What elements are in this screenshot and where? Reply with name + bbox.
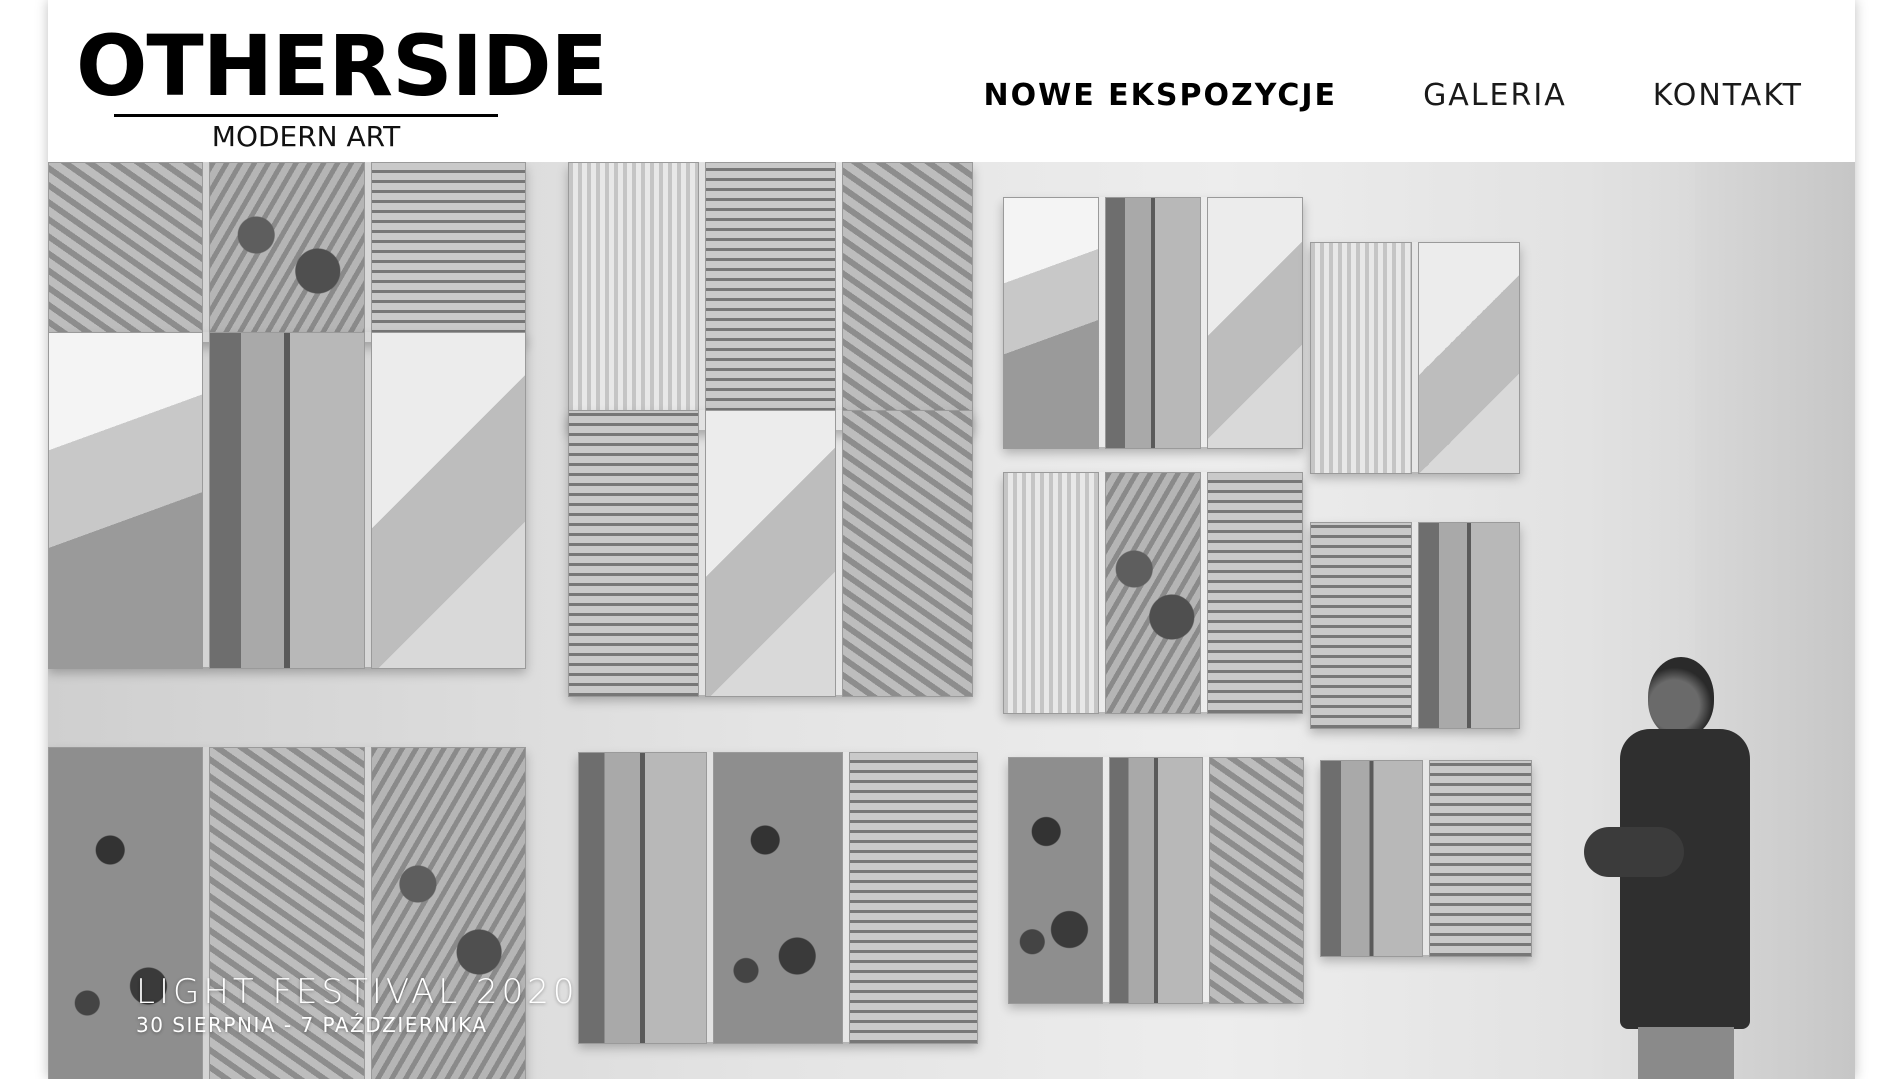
site-header: OTHERSIDE MODERN ART NOWE EKSPOZYCJE GAL… (48, 0, 1855, 162)
artwork-panel (1008, 757, 1305, 1004)
artwork-panel (578, 752, 978, 1044)
artwork-panel (48, 332, 526, 669)
nav-item-kontakt[interactable]: KONTAKT (1653, 76, 1803, 116)
artwork-panel (48, 162, 526, 344)
nav-item-nowe-ekspozycje[interactable]: NOWE EKSPOZYCJE (984, 76, 1338, 116)
exhibition-caption: LIGHT FESTIVAL 2020 30 SIERPNIA - 7 PAŹD… (136, 972, 579, 1038)
logo-title: OTHERSIDE (76, 17, 608, 115)
artwork-panel (1003, 472, 1303, 714)
logo-divider (114, 114, 498, 117)
main-nav: NOWE EKSPOZYCJE GALERIA KONTAKT (984, 76, 1804, 116)
artwork-panel (1310, 522, 1520, 729)
artwork-panel (1310, 242, 1520, 474)
artwork-panel (1003, 197, 1303, 449)
exhibition-title: LIGHT FESTIVAL 2020 (136, 972, 579, 1012)
logo-subtitle: MODERN ART (211, 120, 401, 153)
artwork-panel (568, 410, 973, 697)
site-logo[interactable]: OTHERSIDE MODERN ART (76, 18, 608, 158)
exhibition-dates: 30 SIERPNIA - 7 PAŹDZIERNIKA (136, 1013, 488, 1037)
artwork-panel (568, 162, 973, 432)
hero-image (48, 162, 1855, 1079)
page-frame: OTHERSIDE MODERN ART NOWE EKSPOZYCJE GAL… (48, 0, 1855, 1079)
nav-item-galeria[interactable]: GALERIA (1423, 76, 1567, 116)
visitor-figure (1578, 657, 1778, 1079)
artwork-panel (1320, 760, 1532, 957)
